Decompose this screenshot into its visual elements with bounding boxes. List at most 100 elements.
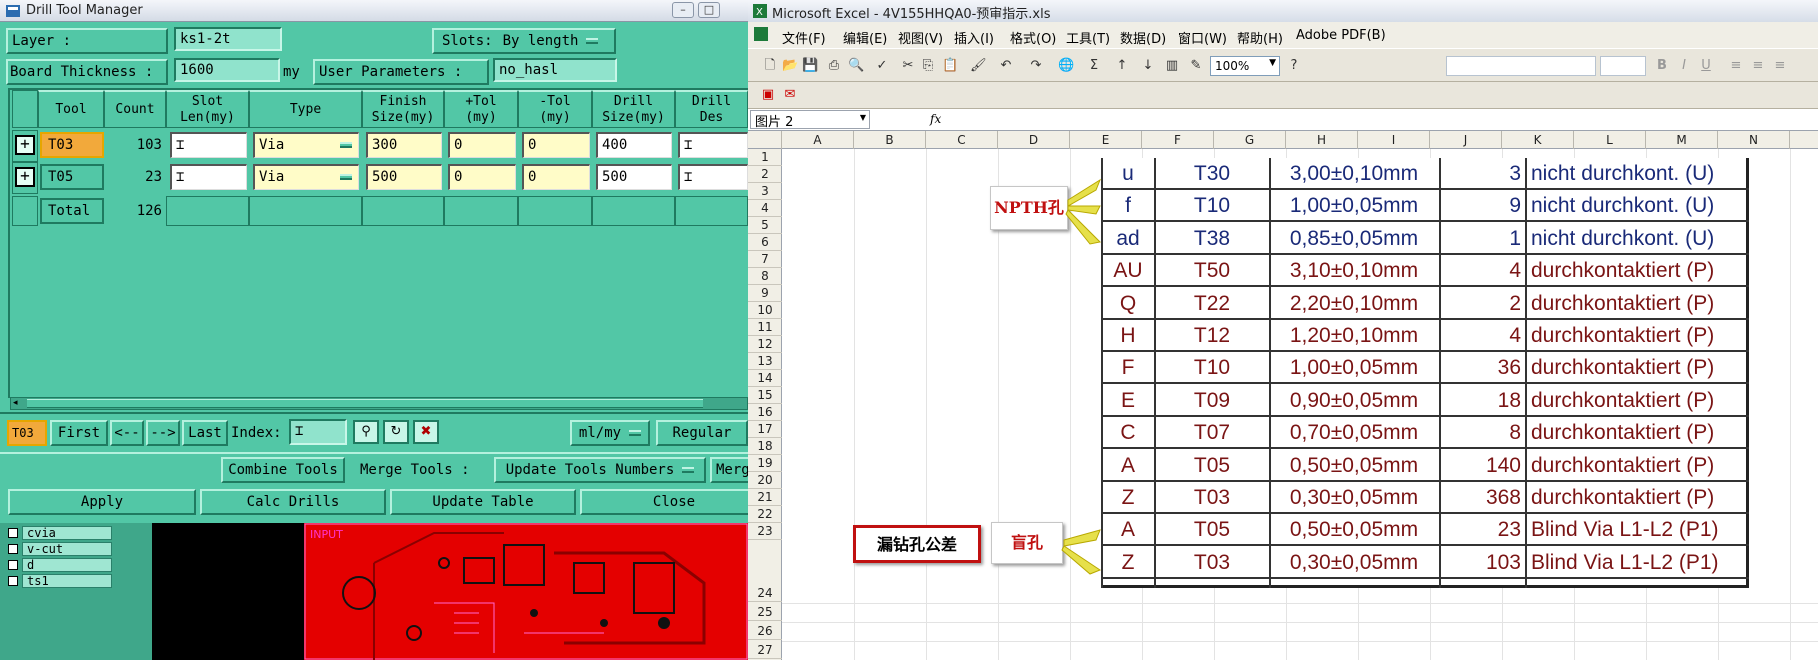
underline-icon[interactable]: U [1698,58,1714,74]
missed-drill-tolerance-callout[interactable]: 漏钻孔公差 [853,525,981,563]
menu-view[interactable]: 视图(V) [898,28,943,47]
row-header[interactable]: 9 [748,285,782,302]
row-header[interactable]: 5 [748,217,782,234]
spelling-icon[interactable]: ✓ [874,58,890,74]
minus-tol-input[interactable]: 0 [522,164,590,190]
index-input[interactable]: ⌶ [289,419,347,445]
align-right-icon[interactable]: ≡ [1772,58,1788,74]
column-header[interactable]: J [1430,131,1502,149]
user-parameters-field[interactable]: no_hasl [493,58,617,82]
redo-icon[interactable]: ↷ [1028,58,1044,74]
embedded-picture[interactable]: u T30 3,00±0,10mm 3 nicht durchkont. (U) f T10… [1101,158,1749,588]
scroll-left-icon[interactable]: ◂ [13,399,25,408]
column-header[interactable]: I [1358,131,1430,149]
drill-des-input[interactable]: ⌶ [678,164,748,190]
row-header[interactable]: 1 [748,149,782,166]
undo-icon[interactable]: ↶ [998,58,1014,74]
row-header[interactable]: 8 [748,268,782,285]
menu-tools[interactable]: 工具(T) [1066,28,1110,47]
menu-file[interactable]: 文件(F) [782,28,826,47]
preview-icon[interactable]: 🔍 [848,58,864,74]
drill-des-input[interactable]: ⌶ [678,132,748,158]
column-header[interactable]: F [1142,131,1214,149]
italic-icon[interactable]: I [1676,58,1692,74]
bold-icon[interactable]: B [1654,58,1670,74]
row-header[interactable]: 15 [748,387,782,404]
name-box[interactable]: 图片 2 ▼ [750,110,870,130]
minimize-button[interactable]: – [672,2,694,18]
finish-size-input[interactable]: 300 [366,132,442,158]
scroll-thumb[interactable] [27,399,703,408]
layer-item[interactable]: ts1 [4,573,124,588]
slot-len-input[interactable]: ⌶ [170,132,247,158]
column-header[interactable]: D [998,131,1070,149]
merge-button[interactable]: Merg [710,457,748,483]
autosum-icon[interactable]: Σ [1086,58,1102,74]
row-header[interactable]: 14 [748,370,782,387]
font-size-box[interactable] [1600,56,1646,76]
close-button[interactable]: Close [580,489,748,515]
units-selector[interactable]: ml/my [570,420,650,446]
pdf-mail-icon[interactable]: ✉ [782,87,798,103]
row-header[interactable]: 27 [748,642,782,659]
new-icon[interactable]: 🗋 [762,58,778,74]
sort-asc-icon[interactable]: ↑ [1114,58,1130,74]
row-header[interactable]: 24 [748,585,782,602]
search-icon[interactable]: ⚲ [353,420,379,444]
layer-item[interactable]: v-cut [4,541,124,556]
row-header[interactable]: 25 [748,604,782,621]
update-tools-numbers-dropdown[interactable]: Update Tools Numbers [494,457,706,483]
combine-tools-button[interactable]: Combine Tools [221,457,345,483]
checkbox[interactable] [8,559,18,570]
workbook-icon[interactable] [754,27,768,41]
finish-size-input[interactable]: 500 [366,164,442,190]
cut-icon[interactable]: ✂ [900,58,916,74]
sort-desc-icon[interactable]: ↓ [1140,58,1156,74]
minus-tol-input[interactable]: 0 [522,132,590,158]
row-header[interactable]: 21 [748,489,782,506]
prev-button[interactable]: <-- [110,420,144,446]
row-header[interactable]: 4 [748,200,782,217]
drawing-icon[interactable]: ✎ [1188,58,1204,74]
font-name-box[interactable] [1446,56,1596,76]
next-button[interactable]: --> [146,420,180,446]
menu-help[interactable]: 帮助(H) [1237,28,1283,47]
row-header[interactable]: 18 [748,438,782,455]
column-header[interactable]: M [1646,131,1718,149]
menu-insert[interactable]: 插入(I) [954,28,994,47]
copy-icon[interactable]: ⎘ [920,58,936,74]
column-header[interactable]: C [926,131,998,149]
update-table-button[interactable]: Update Table [390,489,576,515]
last-button[interactable]: Last [182,420,228,446]
select-all-corner[interactable] [748,131,782,149]
menu-data[interactable]: 数据(D) [1120,28,1166,47]
npth-callout[interactable]: NPTH孔 [990,186,1068,230]
first-button[interactable]: First [50,420,108,446]
format-painter-icon[interactable]: 🖌 [970,58,987,74]
layer-item[interactable]: cvia [4,525,124,540]
board-thickness-field[interactable]: 1600 [174,58,280,82]
pdf-convert-icon[interactable]: ▣ [760,87,776,103]
menu-adobe-pdf[interactable]: Adobe PDF(B) [1296,28,1386,43]
help-icon[interactable]: ? [1286,58,1302,74]
tool-cell[interactable]: T05 [40,164,104,190]
row-header[interactable]: 26 [748,623,782,640]
layer-item[interactable]: d [4,557,124,572]
row-header[interactable]: 20 [748,472,782,489]
row-header[interactable]: 7 [748,251,782,268]
checkbox[interactable] [8,575,18,586]
row-header[interactable]: 6 [748,234,782,251]
row-header[interactable]: 2 [748,166,782,183]
print-icon[interactable]: ⎙ [826,58,842,74]
menu-format[interactable]: 格式(O) [1010,28,1056,47]
row-header[interactable]: 16 [748,404,782,421]
row-header[interactable]: 23 [748,523,782,540]
expand-icon[interactable]: + [15,167,35,187]
open-icon[interactable]: 📂 [782,58,798,74]
refresh-icon[interactable]: ↻ [383,420,409,444]
column-header[interactable]: A [782,131,854,149]
column-header[interactable]: K [1502,131,1574,149]
layer-field[interactable]: ks1-2t [174,27,282,51]
hyperlink-icon[interactable]: 🌐 [1058,58,1074,74]
expand-icon[interactable]: + [15,135,35,155]
